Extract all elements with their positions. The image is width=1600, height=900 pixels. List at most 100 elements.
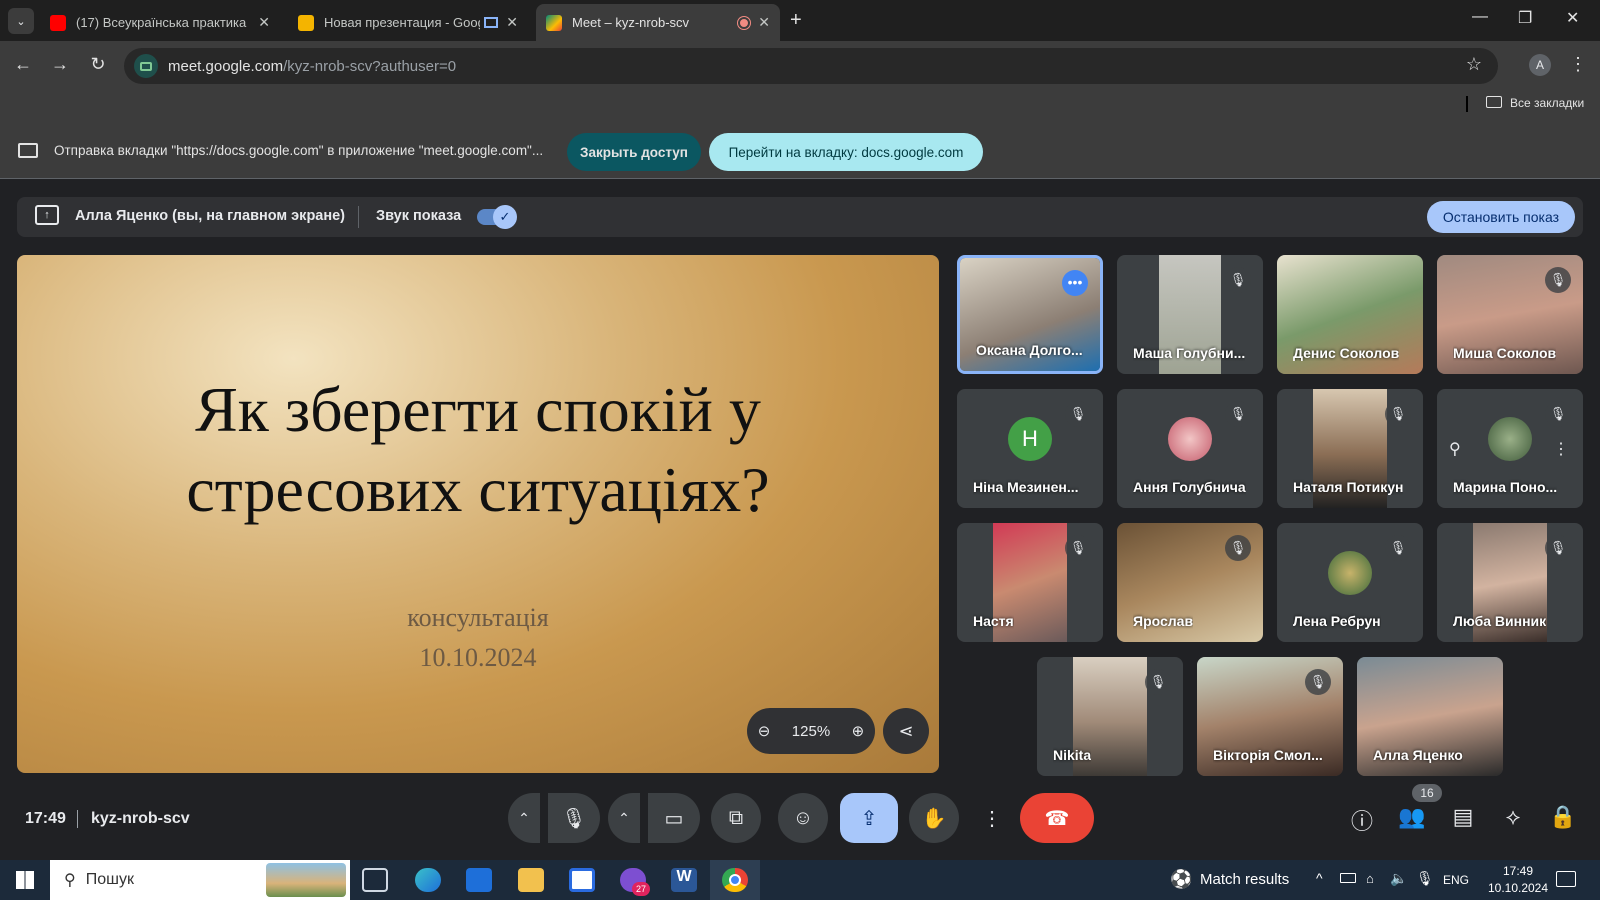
mic-off-icon: 🎙 xyxy=(1065,401,1091,427)
mic-off-icon: 🎙 xyxy=(1065,535,1091,561)
avatar xyxy=(1168,416,1212,461)
restore-icon[interactable]: ❐ xyxy=(1518,8,1532,28)
share-icon[interactable]: ⋖ xyxy=(883,708,929,754)
present-button[interactable]: ⇪ xyxy=(840,793,898,843)
recording-icon xyxy=(738,16,751,29)
pin-icon[interactable]: ⚲ xyxy=(1449,439,1461,459)
participant-tile[interactable]: 🎙 Маша Голубни... xyxy=(1117,255,1263,374)
viber-badge: 27 xyxy=(632,882,650,896)
mic-off-icon: 🎙 xyxy=(1225,535,1251,561)
participant-tile[interactable]: ⚲ ⋮ 🎙 Марина Поно... xyxy=(1437,389,1583,508)
site-info-icon[interactable] xyxy=(134,54,158,78)
close-icon[interactable]: ✕ xyxy=(506,14,518,31)
participant-tile[interactable]: 🎙 Наталя Потикун xyxy=(1277,389,1423,508)
screen-share-icon xyxy=(18,143,38,158)
clock[interactable]: 17:49 10.10.2024 xyxy=(1482,863,1554,897)
close-icon[interactable]: ✕ xyxy=(758,14,770,31)
network-icon[interactable]: ⌂ xyxy=(1366,871,1374,886)
windows-start-icon[interactable] xyxy=(16,871,34,889)
match-results-label[interactable]: Match results xyxy=(1200,871,1289,888)
tab-search-button[interactable]: ⌄ xyxy=(8,8,34,34)
mail-icon[interactable] xyxy=(466,868,492,892)
zoom-level: 125% xyxy=(791,722,831,740)
leave-call-button[interactable]: ☎ xyxy=(1020,793,1094,843)
more-options-button[interactable]: ⋮ xyxy=(976,793,1008,843)
battery-icon[interactable] xyxy=(1340,873,1356,883)
language-indicator[interactable]: ENG xyxy=(1443,873,1469,887)
mic-off-icon: 🎙 xyxy=(1225,267,1251,293)
people-icon[interactable]: 👥 xyxy=(1397,804,1427,830)
zoom-in-icon[interactable]: ⊕ xyxy=(852,722,865,740)
store-icon[interactable] xyxy=(569,868,595,892)
avatar xyxy=(1488,416,1532,461)
mic-off-icon: 🎙 xyxy=(1385,535,1411,561)
participant-tile[interactable]: Н 🎙 Ніна Мезинен... xyxy=(957,389,1103,508)
goto-tab-button[interactable]: Перейти на вкладку: docs.google.com xyxy=(709,133,983,171)
taskbar-search[interactable]: ⚲ Пошук xyxy=(50,860,350,900)
menu-icon[interactable]: ⋮ xyxy=(1566,54,1590,75)
edge-icon[interactable] xyxy=(415,868,441,892)
close-access-button[interactable]: Закрыть доступ xyxy=(567,133,701,171)
mic-tray-icon[interactable]: 🎙 xyxy=(1416,870,1434,887)
present-icon: ↑ xyxy=(35,205,59,225)
participant-tile[interactable]: Денис Соколов xyxy=(1277,255,1423,374)
participant-tile[interactable]: ••• Оксана Долго... xyxy=(957,255,1103,374)
audio-options-button[interactable]: ⌃ xyxy=(508,793,540,843)
word-icon[interactable]: W xyxy=(671,868,697,892)
camera-button[interactable]: ▭ xyxy=(648,793,700,843)
notifications-icon[interactable] xyxy=(1556,871,1576,887)
raise-hand-button[interactable]: ✋ xyxy=(909,793,959,843)
back-icon[interactable]: ← xyxy=(11,54,35,75)
minimize-icon[interactable]: — xyxy=(1472,8,1488,26)
close-icon[interactable]: ✕ xyxy=(258,14,270,31)
tab-youtube[interactable]: (17) Всеукраїнська практика « ✕ xyxy=(40,4,280,41)
new-tab-icon[interactable]: + xyxy=(790,9,802,32)
tab-sharing-banner: Отправка вкладки "https://docs.google.co… xyxy=(0,119,1600,179)
participant-tile[interactable]: 🎙 Ання Голубнича xyxy=(1117,389,1263,508)
activities-icon[interactable]: ⟡ xyxy=(1498,804,1528,830)
participant-tile[interactable]: 🎙 Лена Ребрун xyxy=(1277,523,1423,642)
bookmark-star-icon[interactable]: ☆ xyxy=(1466,54,1482,75)
chrome-task[interactable] xyxy=(710,860,760,900)
emoji-button[interactable]: ☺ xyxy=(778,793,828,843)
meeting-code: kyz-nrob-scv xyxy=(91,810,190,827)
slide-subtitle: консультація xyxy=(407,603,549,632)
tab-slides[interactable]: Новая презентация - Goog ✕ xyxy=(288,4,528,41)
browser-toolbar: ← → ↻ meet.google.com/kyz-nrob-scv?authu… xyxy=(0,41,1600,91)
info-icon[interactable]: ⓘ xyxy=(1347,804,1377,836)
volume-icon[interactable]: 🔈 xyxy=(1390,870,1407,887)
more-vert-icon[interactable]: ⋮ xyxy=(1553,439,1569,459)
participant-tile[interactable]: 🎙 Миша Соколов xyxy=(1437,255,1583,374)
profile-avatar[interactable]: A xyxy=(1529,54,1551,76)
participant-tile[interactable]: 🎙 Вікторія Смол... xyxy=(1197,657,1343,776)
slide-title-line2: стресових ситуаціях? xyxy=(186,454,770,525)
video-options-button[interactable]: ⌃ xyxy=(608,793,640,843)
mic-off-icon: 🎙 xyxy=(1545,535,1571,561)
forward-icon[interactable]: → xyxy=(48,54,72,75)
search-highlight-image xyxy=(266,863,346,897)
participant-tile[interactable]: 🎙 Настя xyxy=(957,523,1103,642)
captions-button[interactable]: ⧉ xyxy=(711,793,761,843)
stop-presenting-button[interactable]: Остановить показ xyxy=(1426,201,1575,233)
reload-icon[interactable]: ↻ xyxy=(86,54,110,75)
mic-button[interactable]: 🎙 xyxy=(548,793,600,843)
meeting-time: 17:49 xyxy=(25,810,66,827)
participant-tile[interactable]: 🎙 Nikita xyxy=(1037,657,1183,776)
zoom-out-icon[interactable]: ⊖ xyxy=(758,722,771,740)
tab-meet[interactable]: Meet – kyz-nrob-scv ✕ xyxy=(536,4,780,41)
close-window-icon[interactable]: ✕ xyxy=(1566,8,1579,28)
participant-tile[interactable]: 🎙 Люба Винник xyxy=(1437,523,1583,642)
host-controls-icon[interactable]: 🔒 xyxy=(1548,804,1578,830)
all-bookmarks-label[interactable]: Все закладки xyxy=(1510,96,1584,110)
tray-expand-icon[interactable]: ^ xyxy=(1316,870,1323,886)
file-explorer-icon[interactable] xyxy=(518,868,544,892)
presentation-audio-toggle[interactable]: ✓ xyxy=(477,205,517,229)
slides-icon xyxy=(298,14,314,31)
sharing-message: Отправка вкладки "https://docs.google.co… xyxy=(54,143,544,158)
participant-tile[interactable]: 🎙 Ярослав xyxy=(1117,523,1263,642)
chat-icon[interactable]: ▤ xyxy=(1448,804,1478,830)
more-options-icon[interactable]: ••• xyxy=(1062,270,1088,296)
participant-tile[interactable]: Алла Яценко xyxy=(1357,657,1503,776)
address-bar[interactable]: meet.google.com/kyz-nrob-scv?authuser=0 … xyxy=(124,48,1498,84)
task-view-icon[interactable] xyxy=(362,868,388,892)
